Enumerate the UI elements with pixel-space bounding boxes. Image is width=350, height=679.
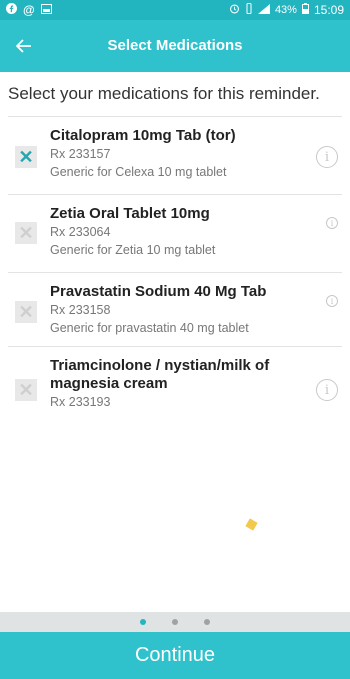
page-dot-active: [140, 619, 146, 625]
info-icon[interactable]: i: [326, 295, 338, 307]
check-x-icon: ✕: [18, 146, 34, 167]
page-indicator: [0, 612, 350, 632]
page-dot: [172, 619, 178, 625]
image-icon: [40, 3, 52, 17]
alarm-icon: [229, 3, 240, 17]
signal-icon: [257, 3, 270, 17]
vibrate-icon: [245, 3, 253, 17]
check-x-icon: ✕: [18, 379, 34, 400]
medication-list: ✕ Citalopram 10mg Tab (tor) Rx 233157 Ge…: [8, 116, 342, 434]
battery-icon: [301, 3, 309, 17]
at-icon: @: [23, 3, 35, 17]
check-x-icon: ✕: [18, 222, 34, 243]
medication-generic: Generic for Zetia 10 mg tablet: [50, 243, 216, 257]
medication-name: Zetia Oral Tablet 10mg: [50, 205, 210, 222]
medication-rx: Rx 233157: [50, 147, 111, 161]
medication-checkbox[interactable]: ✕: [15, 379, 37, 401]
medication-generic: Generic for Celexa 10 mg tablet: [50, 165, 227, 179]
medication-name: Triamcinolone / nystian/milk of magnesia…: [50, 357, 270, 392]
info-icon[interactable]: i: [326, 217, 338, 229]
instruction-text: Select your medications for this reminde…: [0, 72, 350, 116]
status-left-icons: @: [6, 3, 52, 17]
medication-item[interactable]: ✕ Pravastatin Sodium 40 Mg Tab Rx 233158…: [8, 273, 342, 347]
medication-name: Citalopram 10mg Tab (tor): [50, 127, 236, 144]
info-icon[interactable]: i: [316, 379, 338, 401]
medication-rx: Rx 233193: [50, 395, 111, 409]
continue-button[interactable]: Continue: [0, 632, 350, 679]
medication-rx: Rx 233158: [50, 303, 111, 317]
clock-time: 15:09: [313, 3, 344, 17]
medication-generic: Generic for pravastatin 40 mg tablet: [50, 321, 249, 335]
facebook-icon: [6, 3, 17, 17]
empty-list-area: [8, 432, 342, 612]
app-bar: Select Medications: [0, 20, 350, 72]
medication-name: Pravastatin Sodium 40 Mg Tab: [50, 283, 267, 300]
medication-item[interactable]: ✕ Zetia Oral Tablet 10mg Rx 233064 Gener…: [8, 195, 342, 273]
page-dot: [204, 619, 210, 625]
info-icon[interactable]: i: [316, 146, 338, 168]
medication-checkbox[interactable]: ✕: [15, 222, 37, 244]
medication-rx: Rx 233064: [50, 225, 111, 239]
medication-item[interactable]: ✕ Triamcinolone / nystian/milk of magnes…: [8, 347, 342, 434]
medication-checkbox[interactable]: ✕: [15, 301, 37, 323]
check-x-icon: ✕: [18, 301, 34, 322]
medication-item[interactable]: ✕ Citalopram 10mg Tab (tor) Rx 233157 Ge…: [8, 117, 342, 195]
medication-checkbox[interactable]: ✕: [15, 146, 37, 168]
battery-percent: 43%: [274, 4, 297, 16]
status-right-icons: 43% 15:09: [229, 3, 344, 17]
page-title: Select Medications: [107, 37, 243, 54]
status-bar: @ 43% 15:09: [0, 0, 350, 20]
